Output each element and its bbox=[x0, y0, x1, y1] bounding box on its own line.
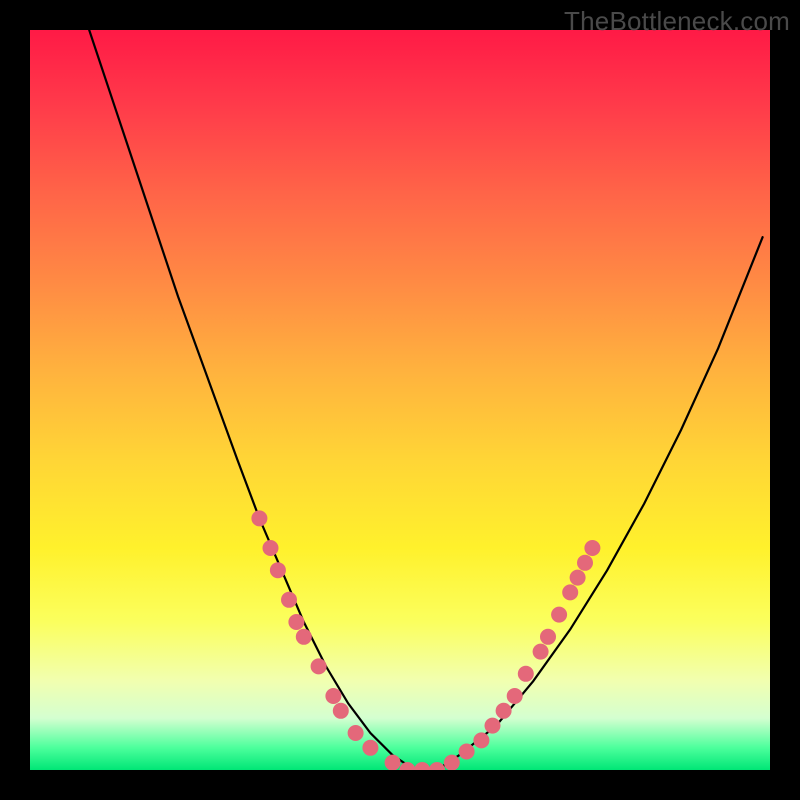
data-point bbox=[562, 584, 578, 600]
data-point bbox=[577, 555, 593, 571]
data-point bbox=[270, 562, 286, 578]
data-point bbox=[584, 540, 600, 556]
chart-frame: TheBottleneck.com bbox=[0, 0, 800, 800]
watermark-text: TheBottleneck.com bbox=[564, 6, 790, 37]
data-point bbox=[533, 644, 549, 660]
data-point bbox=[348, 725, 364, 741]
data-point bbox=[570, 570, 586, 586]
data-point bbox=[325, 688, 341, 704]
data-point bbox=[473, 732, 489, 748]
plot-area bbox=[30, 30, 770, 770]
data-point bbox=[281, 592, 297, 608]
curve-path bbox=[89, 30, 762, 770]
data-points bbox=[251, 510, 600, 770]
data-point bbox=[296, 629, 312, 645]
data-point bbox=[507, 688, 523, 704]
data-point bbox=[251, 510, 267, 526]
data-point bbox=[485, 718, 501, 734]
data-point bbox=[518, 666, 534, 682]
data-point bbox=[459, 744, 475, 760]
chart-svg bbox=[30, 30, 770, 770]
bottleneck-curve bbox=[89, 30, 762, 770]
data-point bbox=[333, 703, 349, 719]
data-point bbox=[311, 658, 327, 674]
data-point bbox=[399, 762, 415, 770]
data-point bbox=[444, 755, 460, 770]
data-point bbox=[414, 762, 430, 770]
data-point bbox=[385, 755, 401, 770]
data-point bbox=[263, 540, 279, 556]
data-point bbox=[362, 740, 378, 756]
data-point bbox=[496, 703, 512, 719]
data-point bbox=[429, 762, 445, 770]
data-point bbox=[288, 614, 304, 630]
data-point bbox=[540, 629, 556, 645]
data-point bbox=[551, 607, 567, 623]
